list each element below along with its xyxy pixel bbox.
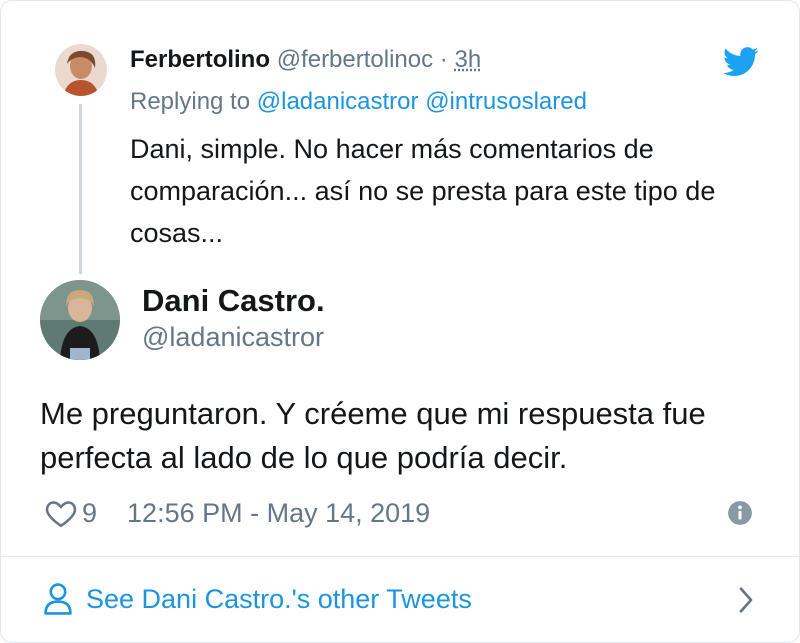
reply-text: Dani, simple. No hacer más comentarios d… — [130, 134, 716, 248]
tweet-text: Me preguntaron. Y créeme que mi respuest… — [40, 396, 706, 475]
tweet-author-name[interactable]: Dani Castro. — [142, 283, 325, 319]
footer-divider — [0, 556, 800, 557]
reply-author-avatar[interactable] — [55, 44, 107, 96]
mention-link[interactable]: @ladanicastror — [257, 88, 419, 115]
reply-header: Ferbertolino @ferbertolinoc · 3h — [130, 46, 481, 74]
heart-icon[interactable] — [44, 496, 78, 530]
tweet-timestamp[interactable]: 12:56 PM - May 14, 2019 — [127, 498, 430, 529]
like-count[interactable]: 9 — [82, 498, 97, 529]
tweet-author-avatar[interactable] — [40, 280, 120, 360]
reply-author-name[interactable]: Ferbertolino — [130, 46, 270, 73]
see-other-tweets-link[interactable]: See Dani Castro.'s other Tweets — [42, 575, 772, 623]
mention-link[interactable]: @intrusoslared — [425, 88, 587, 115]
see-other-tweets-label[interactable]: See Dani Castro.'s other Tweets — [86, 584, 472, 615]
chevron-right-icon[interactable] — [736, 585, 756, 615]
tweet-meta: 9 12:56 PM - May 14, 2019 — [44, 495, 430, 531]
info-icon[interactable] — [727, 500, 753, 526]
replying-to-label: Replying to — [130, 88, 251, 115]
replying-to-line: Replying to @ladanicastror @intrusoslare… — [130, 88, 587, 116]
reply-author-handle[interactable]: @ferbertolinoc — [277, 46, 433, 73]
thread-connector-line — [79, 104, 82, 274]
reply-separator: · — [439, 46, 448, 73]
tweet-author-handle[interactable]: @ladanicastror — [142, 322, 324, 353]
reply-timestamp[interactable]: 3h — [454, 46, 481, 73]
person-icon — [44, 583, 72, 615]
twitter-bird-icon[interactable] — [723, 47, 759, 77]
